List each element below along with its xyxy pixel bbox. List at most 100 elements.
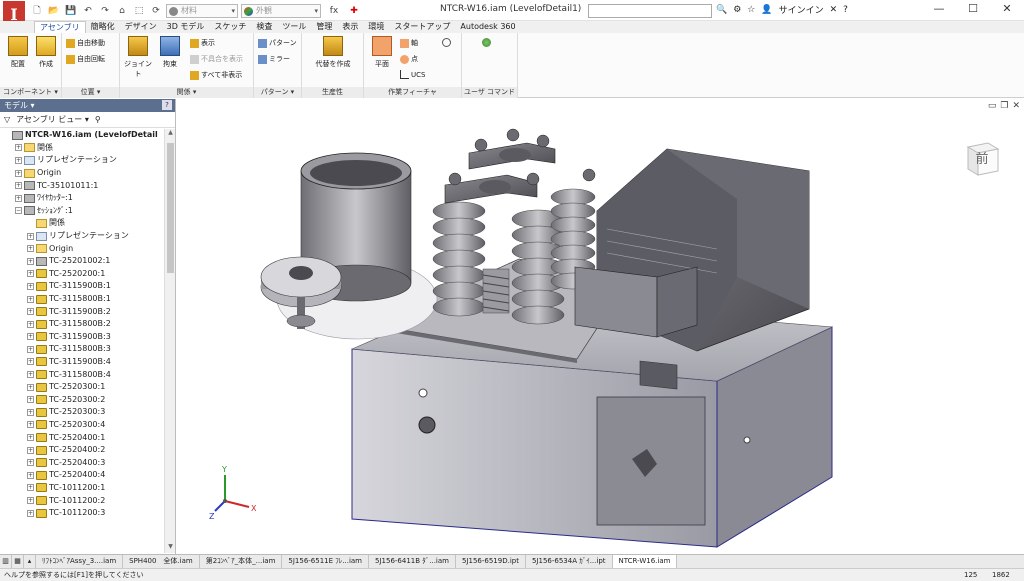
tab-3[interactable]: 3D モデル	[162, 21, 210, 33]
expand-icon[interactable]: +	[27, 371, 34, 379]
place-button[interactable]: 配置	[4, 36, 32, 69]
plus-icon[interactable]: ✚	[347, 4, 361, 18]
tree-item[interactable]: + TC-2520300:2	[0, 393, 164, 406]
browser-scrollbar[interactable]: ▲ ▼	[164, 129, 175, 553]
help-search-input[interactable]	[588, 4, 712, 18]
document-tab[interactable]: SPH400 全体.iam	[123, 555, 200, 568]
joint-button[interactable]: ジョイント	[124, 36, 152, 79]
tab-1[interactable]: 簡略化	[86, 21, 120, 33]
tree-item[interactable]: + TC-3115900B:1	[0, 280, 164, 293]
tree-item[interactable]: 関係	[0, 217, 164, 230]
expand-icon[interactable]: +	[27, 484, 34, 492]
position-panel-footer[interactable]: 位置 ▾	[62, 87, 119, 98]
plane-button[interactable]: 平面	[368, 36, 396, 69]
user-icon[interactable]: 👤	[761, 5, 772, 15]
mirror-button[interactable]: ミラー	[258, 54, 290, 64]
tab-2[interactable]: デザイン	[120, 21, 162, 33]
find-icon[interactable]: ⚲	[95, 115, 101, 124]
tree-item[interactable]: + TC-35101011:1	[0, 179, 164, 192]
expand-icon[interactable]: +	[27, 434, 34, 442]
show-button[interactable]: 表示	[190, 38, 215, 48]
tree-item[interactable]: + TC-2520200:1	[0, 268, 164, 281]
tree-item[interactable]: + TC-1011200:2	[0, 494, 164, 507]
tree-item[interactable]: + TC-3115900B:4	[0, 356, 164, 369]
maximize-button[interactable]: ☐	[956, 0, 990, 20]
document-tab[interactable]: 5J156-6411B ﾀﾞ...iam	[369, 555, 456, 568]
help-icon[interactable]: ?	[843, 5, 848, 15]
expand-icon[interactable]: +	[15, 169, 22, 177]
expand-icon[interactable]: +	[27, 308, 34, 316]
document-tab[interactable]: 5J156-6511E ﾌﾚ...iam	[282, 555, 370, 568]
tab-10[interactable]: スタートアップ	[389, 21, 455, 33]
substitute-button[interactable]: 代替を作成	[310, 36, 356, 69]
tree-item[interactable]: + TC-2520400:1	[0, 431, 164, 444]
appearance-select[interactable]: 外観 ▾	[241, 3, 321, 18]
expand-icon[interactable]: +	[15, 182, 22, 190]
document-tab[interactable]: 5J156-6519D.ipt	[456, 555, 526, 568]
tree-item[interactable]: + TC-1011200:1	[0, 482, 164, 495]
expand-icon[interactable]: +	[27, 459, 34, 467]
tree-item[interactable]: + TC-3115900B:3	[0, 331, 164, 344]
browser-title[interactable]: モデル ▾	[4, 101, 35, 110]
expand-icon[interactable]: +	[27, 257, 34, 265]
open-file-icon[interactable]: 📂	[47, 4, 61, 18]
expand-icon[interactable]: +	[27, 320, 34, 328]
filter-icon[interactable]: ▽	[4, 115, 10, 124]
tree-item[interactable]: + Origin	[0, 242, 164, 255]
tree-item[interactable]: + TC-3115800B:1	[0, 293, 164, 306]
tree-item[interactable]: + リプレゼンテーション	[0, 154, 164, 167]
document-tab[interactable]: 第2ｺﾝﾍﾞｱ_本体_...iam	[200, 555, 283, 568]
expand-icon[interactable]: +	[27, 446, 34, 454]
tab-layout-icon[interactable]: ▥	[0, 555, 12, 568]
tab-8[interactable]: 表示	[337, 21, 363, 33]
signin-link[interactable]: サインイン	[779, 3, 824, 16]
tab-11[interactable]: Autodesk 360	[455, 21, 520, 33]
scroll-down-icon[interactable]: ▼	[165, 543, 176, 553]
tree-item[interactable]: + 関係	[0, 142, 164, 155]
tree-item[interactable]: NTCR-W16.iam (LevelofDetail	[0, 129, 164, 142]
tree-item[interactable]: + TC-3115800B:3	[0, 343, 164, 356]
expand-icon[interactable]: +	[27, 509, 34, 517]
tree-item[interactable]: + TC-3115900B:2	[0, 305, 164, 318]
expand-icon[interactable]: +	[27, 497, 34, 505]
tab-7[interactable]: 管理	[311, 21, 337, 33]
expand-icon[interactable]: +	[27, 408, 34, 416]
pattern-panel-footer[interactable]: パターン ▾	[254, 87, 301, 98]
tree-item[interactable]: + TC-25201002:1	[0, 255, 164, 268]
update-icon[interactable]: ⟳	[149, 4, 163, 18]
save-icon[interactable]: 💾	[64, 4, 78, 18]
free-move-button[interactable]: 自由移動	[66, 38, 105, 48]
ucs-button[interactable]: UCS	[400, 70, 425, 79]
browser-help-button[interactable]: ?	[162, 100, 172, 110]
component-panel-footer[interactable]: コンポーネント ▾	[0, 87, 61, 98]
star-icon[interactable]: ☆	[747, 5, 755, 15]
collapse-icon[interactable]: −	[15, 207, 22, 215]
expand-icon[interactable]: +	[27, 232, 34, 240]
home-icon[interactable]: ⌂	[115, 4, 129, 18]
tree-item[interactable]: + TC-2520400:3	[0, 456, 164, 469]
tree-item[interactable]: + TC-2520300:3	[0, 406, 164, 419]
minimize-button[interactable]: —	[922, 0, 956, 20]
tab-grid-icon[interactable]: ▦	[12, 555, 24, 568]
tab-9[interactable]: 環境	[363, 21, 389, 33]
axis-button[interactable]: 軸	[400, 38, 418, 48]
expand-icon[interactable]: +	[27, 396, 34, 404]
expand-icon[interactable]: +	[27, 358, 34, 366]
tab-list-icon[interactable]: ▴	[24, 555, 36, 568]
fx-button[interactable]: fx	[324, 4, 344, 18]
search-icon[interactable]: 🔍	[716, 5, 727, 15]
expand-icon[interactable]: +	[27, 270, 34, 278]
tools-icon[interactable]: ⚙	[733, 5, 741, 15]
tab-0[interactable]: アセンブリ	[34, 21, 86, 33]
free-rotate-button[interactable]: 自由回転	[66, 54, 105, 64]
material-select[interactable]: 材料 ▾	[166, 3, 238, 18]
assembly-view-select[interactable]: アセンブリ ビュー ▾	[16, 114, 89, 125]
redo-icon[interactable]: ↷	[98, 4, 112, 18]
tree-item[interactable]: − ｾｯｼｮﾝｸﾞ:1	[0, 205, 164, 218]
hide-all-button[interactable]: すべて非表示	[190, 70, 242, 80]
expand-icon[interactable]: +	[15, 194, 22, 202]
graphics-viewport[interactable]: ▭ ❐ ✕ Y X Z 前	[177, 99, 1024, 554]
document-tab[interactable]: ﾘﾌﾄｺﾝﾍﾞｱAssy_3....iam	[36, 555, 124, 568]
viewcube[interactable]: 前	[962, 137, 1002, 177]
tree-item[interactable]: + TC-2520400:4	[0, 469, 164, 482]
